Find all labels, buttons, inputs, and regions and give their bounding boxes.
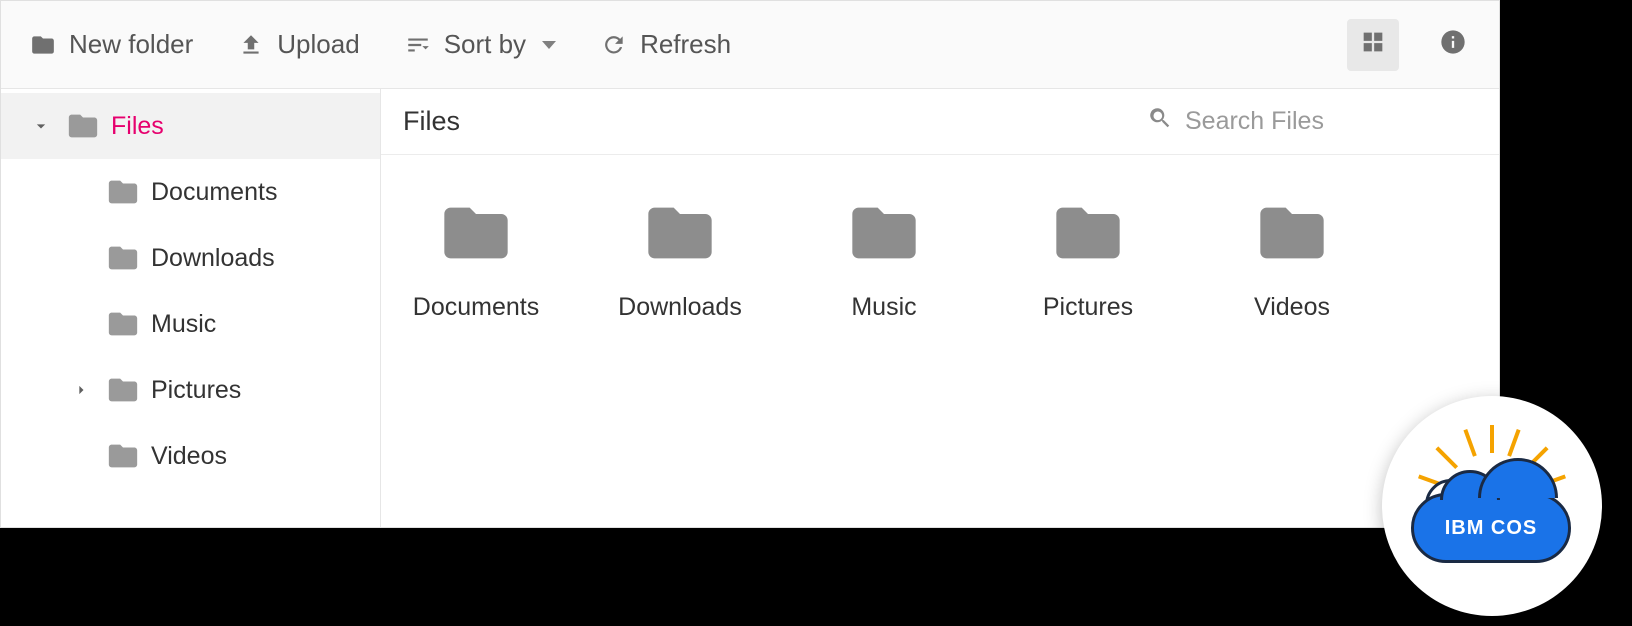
folder-icon <box>1042 195 1134 271</box>
sidebar-item-label: Downloads <box>145 244 275 273</box>
search-input[interactable] <box>1185 107 1467 136</box>
upload-label: Upload <box>277 29 359 60</box>
sidebar-item-label: Documents <box>145 178 277 207</box>
folder-tile-documents[interactable]: Documents <box>403 195 549 322</box>
sidebar-root-label: Files <box>105 112 164 141</box>
search-icon <box>1147 105 1173 138</box>
body: Files Documents Downloads Music Pictures <box>1 89 1499 527</box>
upload-icon <box>237 31 265 59</box>
new-folder-button[interactable]: New folder <box>21 23 201 66</box>
folder-label: Pictures <box>1043 293 1133 322</box>
sidebar-item-videos[interactable]: Videos <box>1 423 380 489</box>
folder-icon <box>838 195 930 271</box>
info-icon <box>1439 28 1467 61</box>
info-button[interactable] <box>1427 19 1479 71</box>
main-panel: Files Documents Downloads Mu <box>381 89 1499 527</box>
refresh-label: Refresh <box>640 29 731 60</box>
cloud-icon: IBM COS <box>1411 493 1571 563</box>
sidebar-item-documents[interactable]: Documents <box>1 159 380 225</box>
refresh-icon <box>600 31 628 59</box>
sort-by-label: Sort by <box>444 29 526 60</box>
sunray-icon <box>1507 429 1520 457</box>
folder-icon <box>29 31 57 59</box>
breadcrumb-title: Files <box>403 106 460 137</box>
folder-icon <box>101 241 145 275</box>
sort-by-button[interactable]: Sort by <box>396 23 564 66</box>
sunray-icon <box>1490 425 1494 453</box>
sidebar-item-label: Music <box>145 310 216 339</box>
folder-icon <box>101 307 145 341</box>
sidebar-item-music[interactable]: Music <box>1 291 380 357</box>
sidebar: Files Documents Downloads Music Pictures <box>1 89 381 527</box>
folder-icon <box>430 195 522 271</box>
folder-icon <box>61 109 105 143</box>
folder-grid: Documents Downloads Music Pictures Video… <box>381 155 1499 362</box>
folder-label: Music <box>851 293 916 322</box>
main-header: Files <box>381 89 1499 155</box>
sunray-icon <box>1463 429 1476 457</box>
grid-icon <box>1359 28 1387 61</box>
sidebar-item-label: Videos <box>145 442 227 471</box>
chevron-down-icon <box>21 116 61 136</box>
sidebar-item-label: Pictures <box>145 376 241 405</box>
sidebar-item-downloads[interactable]: Downloads <box>1 225 380 291</box>
grid-view-button[interactable] <box>1347 19 1399 71</box>
sort-icon <box>404 31 432 59</box>
folder-icon <box>101 175 145 209</box>
folder-icon <box>101 439 145 473</box>
folder-icon <box>1246 195 1338 271</box>
folder-icon <box>101 373 145 407</box>
sidebar-root-files[interactable]: Files <box>1 93 380 159</box>
folder-tile-videos[interactable]: Videos <box>1219 195 1365 322</box>
upload-button[interactable]: Upload <box>229 23 367 66</box>
folder-label: Documents <box>413 293 539 322</box>
refresh-button[interactable]: Refresh <box>592 23 739 66</box>
folder-label: Videos <box>1254 293 1330 322</box>
sidebar-item-pictures[interactable]: Pictures <box>1 357 380 423</box>
folder-tile-pictures[interactable]: Pictures <box>1015 195 1161 322</box>
folder-icon <box>634 195 726 271</box>
ibm-cos-badge: IBM COS <box>1382 396 1602 616</box>
new-folder-label: New folder <box>69 29 193 60</box>
search-box[interactable] <box>1137 98 1477 146</box>
sunray-icon <box>1435 446 1458 469</box>
badge-text: IBM COS <box>1445 517 1538 540</box>
folder-label: Downloads <box>618 293 742 322</box>
folder-tile-music[interactable]: Music <box>811 195 957 322</box>
chevron-down-icon <box>542 41 556 49</box>
chevron-right-icon[interactable] <box>61 380 101 400</box>
file-manager-window: New folder Upload Sort by Refresh <box>0 0 1500 528</box>
toolbar: New folder Upload Sort by Refresh <box>1 1 1499 89</box>
folder-tile-downloads[interactable]: Downloads <box>607 195 753 322</box>
